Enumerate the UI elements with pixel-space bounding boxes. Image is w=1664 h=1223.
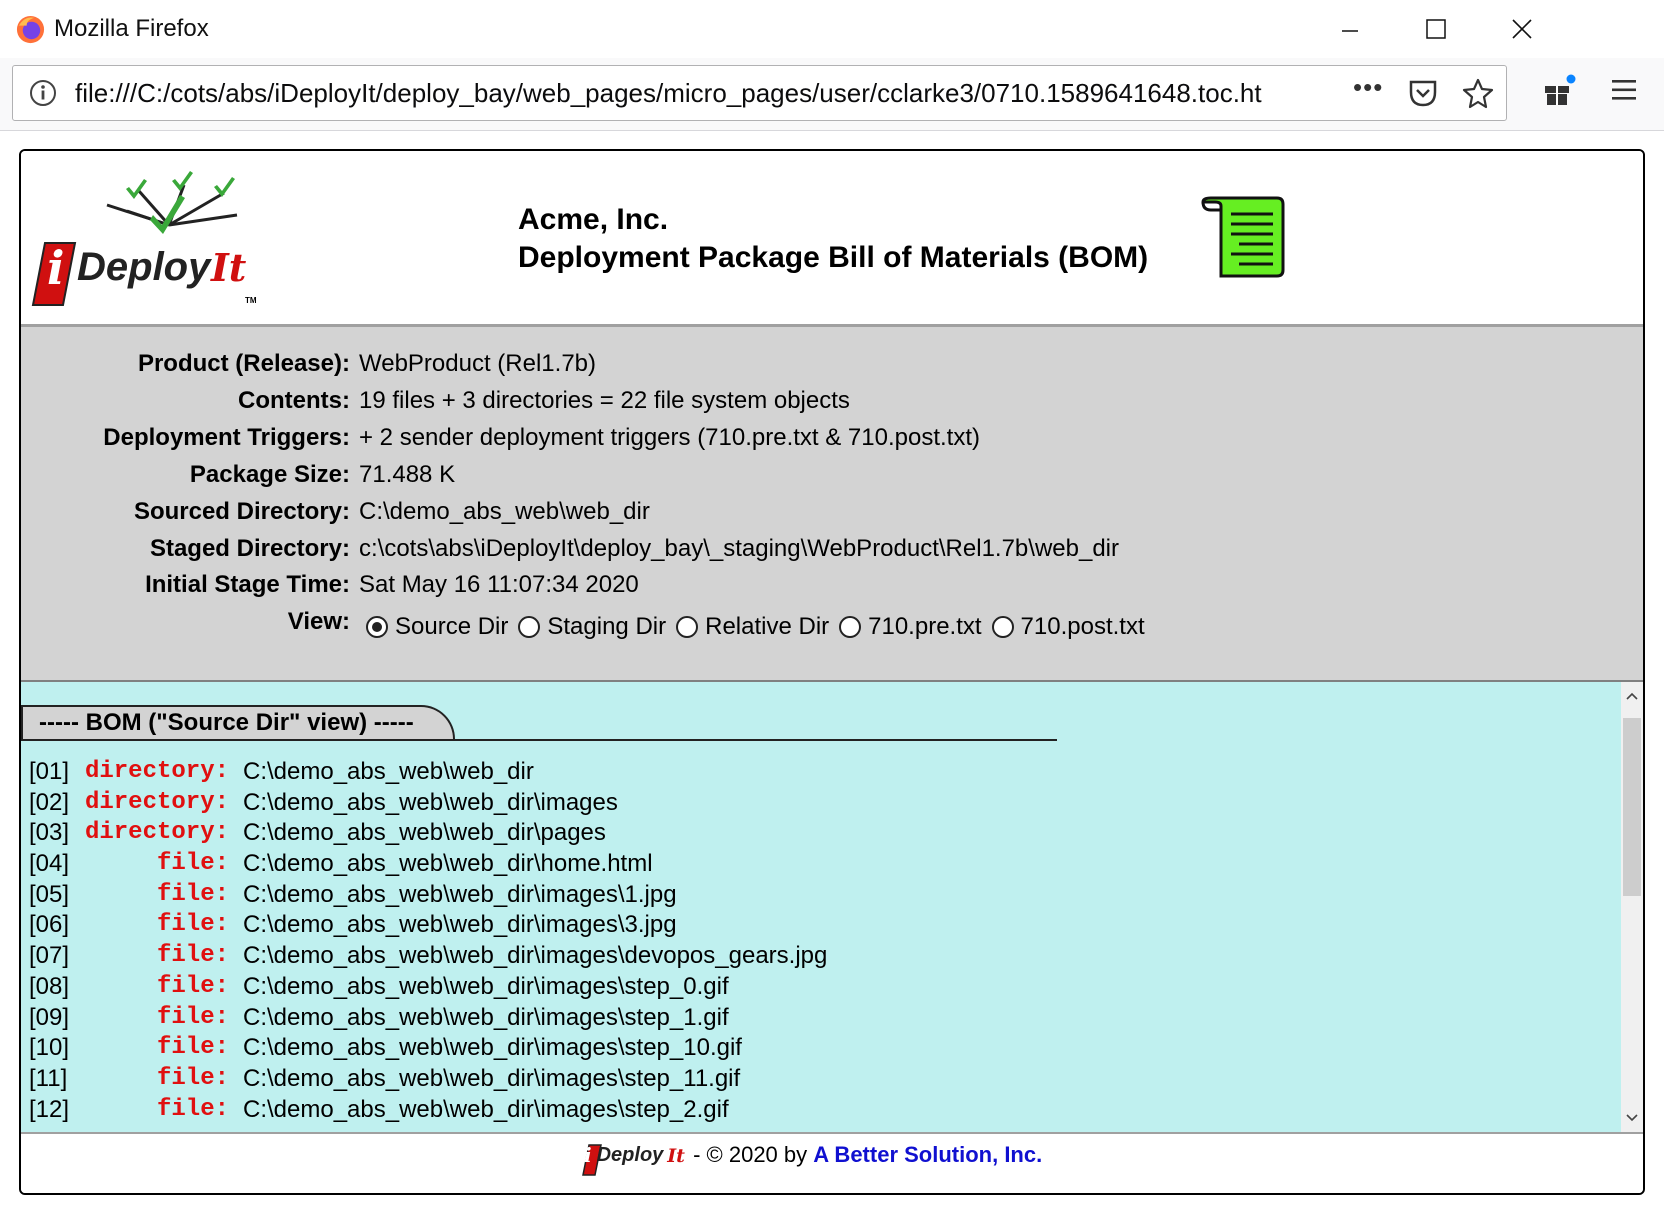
star-icon[interactable] (1462, 77, 1494, 109)
info-row-contents: Contents: 19 files + 3 directories = 22 … (238, 387, 850, 414)
bom-index: [10] (29, 1034, 70, 1062)
bom-kind: directory: (84, 788, 229, 816)
navigation-toolbar: file:///C:/cots/abs/iDeployIt/deploy_bay… (0, 58, 1664, 131)
close-button[interactable] (1490, 6, 1554, 52)
bom-index: [11] (29, 1064, 68, 1092)
bom-path: C:\demo_abs_web\web_dir\images\devopos_g… (243, 942, 828, 970)
page-footer: i Deploy It - © 2020 by A Better Solutio… (21, 1132, 1643, 1193)
page-actions-button[interactable]: ••• (1353, 72, 1383, 103)
bom-path: C:\demo_abs_web\web_dir\images\step_2.gi… (243, 1095, 729, 1123)
radio-button[interactable] (676, 616, 699, 638)
url-text[interactable]: file:///C:/cots/abs/iDeployIt/deploy_bay… (75, 78, 1345, 109)
bom-index: [04] (29, 850, 70, 878)
bom-index: [01] (29, 758, 70, 785)
bom-kind: file: (156, 1064, 229, 1092)
bom-index: [03] (29, 819, 70, 847)
company-heading: Acme, Inc. Deployment Package Bill of Ma… (518, 201, 1148, 277)
package-info-panel: Product (Release): WebProduct (Rel1.7b) … (21, 324, 1643, 682)
bom-path: C:\demo_abs_web\web_dir\images (243, 788, 618, 816)
logo-trademark: TM (245, 296, 257, 305)
maximize-button[interactable] (1404, 6, 1468, 52)
bom-kind: file: (156, 972, 229, 1000)
radio-button[interactable] (518, 616, 541, 638)
pocket-icon[interactable] (1407, 78, 1439, 108)
page-title: Deployment Package Bill of Materials (BO… (518, 241, 1149, 274)
bom-kind: file: (156, 911, 229, 939)
close-icon (1512, 19, 1532, 39)
scroll-down-icon[interactable] (1626, 1114, 1638, 1122)
logo-i: i (47, 241, 65, 295)
bom-path: C:\demo_abs_web\web_dir\images\step_0.gi… (243, 972, 729, 1000)
bom-kind: file: (156, 1034, 229, 1062)
view-label: View: (287, 608, 350, 635)
logo-deploy: Deploy (77, 245, 211, 289)
bom-path: C:\demo_abs_web\web_dir\home.html (243, 850, 653, 878)
bom-index: [05] (29, 880, 70, 908)
page-header: i Deploy It TM Acme, Inc. Deployment Pac… (21, 151, 1643, 323)
bom-kind: file: (156, 880, 229, 908)
bom-index: [09] (29, 1003, 70, 1031)
bom-path: C:\demo_abs_web\web_dir\images\step_1.gi… (243, 1003, 729, 1031)
divider (21, 739, 1057, 741)
bom-kind: file: (156, 942, 229, 970)
info-row-product: Product (Release): WebProduct (Rel1.7b) (137, 350, 596, 377)
bom-path: C:\demo_abs_web\web_dir\images\1.jpg (243, 880, 677, 908)
title-bar: Mozilla Firefox (0, 0, 1664, 59)
logo-it: It (211, 245, 247, 290)
bom-index: [02] (29, 788, 70, 816)
maximize-icon (1426, 19, 1446, 39)
bom-kind: directory: (84, 758, 229, 785)
bom-panel[interactable]: ----- BOM ("Source Dir" view) ----- [01]… (21, 682, 1621, 1132)
gift-icon[interactable] (1542, 74, 1576, 108)
bom-kind: file: (156, 1095, 229, 1123)
view-option-staging-dir[interactable]: Staging Dir (518, 613, 666, 641)
bom-index: [07] (29, 942, 70, 970)
page-frame: i Deploy It TM Acme, Inc. Deployment Pac… (19, 149, 1645, 1195)
info-row-triggers: Deployment Triggers: + 2 sender deployme… (103, 424, 980, 451)
minimize-button[interactable] (1318, 6, 1382, 52)
info-icon[interactable] (28, 78, 58, 108)
minimize-icon (1342, 30, 1358, 32)
bom-index: [08] (29, 972, 70, 1000)
document-scroll-icon (1201, 196, 1285, 278)
radio-button[interactable] (366, 616, 388, 638)
bom-path: C:\demo_abs_web\web_dir\images\3.jpg (243, 911, 677, 939)
view-selector: View: Source Dir Staging Dir Relative Di… (21, 608, 1643, 644)
bom-kind: file: (156, 1003, 229, 1031)
bom-index: [12] (29, 1095, 70, 1123)
radio-button[interactable] (991, 616, 1014, 638)
bom-tab-title: ----- BOM ("Source Dir" view) ----- (21, 705, 455, 739)
info-row-staged-dir: Staged Directory: c:\cots\abs\iDeployIt\… (149, 535, 1119, 562)
url-bar[interactable]: file:///C:/cots/abs/iDeployIt/deploy_bay… (12, 65, 1507, 121)
company-name: Acme, Inc. (518, 203, 669, 236)
footer-copyright: - © 2020 by (686, 1142, 814, 1167)
bom-path: C:\demo_abs_web\web_dir\images\step_10.g… (243, 1034, 742, 1062)
footer-company-link[interactable]: A Better Solution, Inc. (813, 1142, 1042, 1168)
view-option-post-txt[interactable]: 710.post.txt (991, 613, 1145, 641)
info-row-size: Package Size: 71.488 K (189, 461, 456, 488)
view-option-relative-dir[interactable]: Relative Dir (676, 613, 829, 641)
bom-kind: file: (156, 850, 229, 878)
bom-path: C:\demo_abs_web\web_dir\pages (243, 819, 606, 847)
info-row-sourced-dir: Sourced Directory: C:\demo_abs_web\web_d… (133, 498, 650, 525)
scrollbar-thumb[interactable] (1623, 718, 1641, 896)
info-row-stage-time: Initial Stage Time: Sat May 16 11:07:34 … (145, 571, 639, 598)
view-option-pre-txt[interactable]: 710.pre.txt (839, 613, 982, 641)
radio-button[interactable] (839, 616, 862, 638)
bom-index: [06] (29, 911, 70, 939)
footer-logo: i Deploy It (581, 1143, 687, 1176)
hamburger-menu-icon[interactable] (1610, 77, 1638, 103)
bom-path: C:\demo_abs_web\web_dir\images\step_11.g… (243, 1064, 741, 1092)
window-title: Mozilla Firefox (54, 15, 209, 42)
bom-path: C:\demo_abs_web\web_dir (243, 758, 534, 785)
scroll-up-icon[interactable] (1626, 692, 1638, 700)
bom-kind: directory: (84, 819, 229, 847)
firefox-icon (16, 15, 45, 44)
view-option-source-dir[interactable]: Source Dir (366, 613, 508, 641)
vertical-scrollbar[interactable] (1621, 682, 1643, 1132)
